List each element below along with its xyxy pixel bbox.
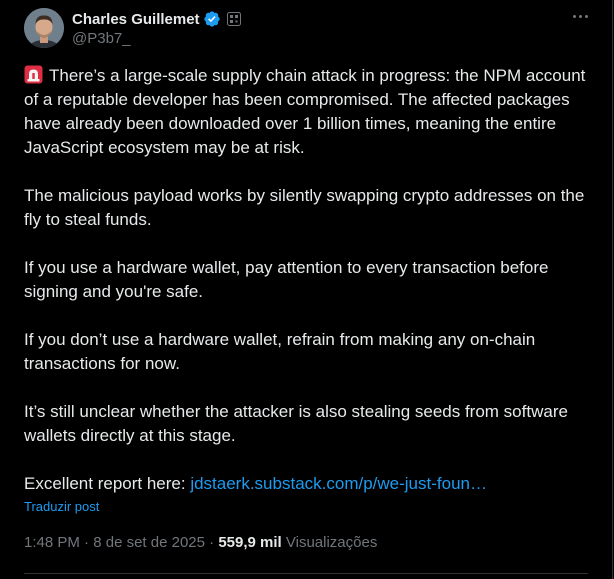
report-link[interactable]: jdstaerk.substack.com/p/we-just-foun… [190,474,487,493]
tweet-paragraph-2: The malicious payload works by silently … [24,186,585,229]
views-label: Visualizações [281,534,378,551]
meta-separator: · [204,534,219,551]
tweet-paragraph-3: If you use a hardware wallet, pay attent… [24,258,549,301]
tweet-meta: 1:48 PM · 8 de set de 2025 · 559,9 mil V… [24,534,377,551]
siren-emoji-icon [24,65,43,84]
report-prefix: Excellent report here: [24,474,191,493]
qr-affiliate-badge-icon[interactable] [226,12,241,26]
author-name-row: Charles Guillemet [72,9,241,29]
avatar-image [24,8,64,48]
avatar[interactable] [24,8,64,48]
divider [24,573,588,574]
tweet-detail: Charles Guillemet @P3b7_ There’s a large… [0,0,613,579]
author-handle[interactable]: @P3b7_ [72,30,131,47]
translate-post-link[interactable]: Traduzir post [24,499,99,514]
tweet-paragraph: There’s a large-scale supply chain attac… [24,64,599,160]
views-count: 559,9 mil [218,534,282,551]
tweet-paragraph-4: If you don’t use a hardware wallet, refr… [24,330,536,373]
tweet-paragraph-6: Excellent report here: jdstaerk.substack… [24,472,599,496]
tweet-paragraph-5: It’s still unclear whether the attacker … [24,402,568,445]
post-date[interactable]: 8 de set de 2025 [93,534,205,551]
more-horizontal-icon[interactable] [570,6,590,26]
post-time[interactable]: 1:48 PM [24,534,80,551]
verified-badge-icon[interactable] [203,10,221,28]
tweet-paragraph-1: There’s a large-scale supply chain attac… [24,66,586,157]
author-display-name[interactable]: Charles Guillemet [72,11,200,28]
meta-separator: · [79,534,94,551]
tweet-text: There’s a large-scale supply chain attac… [24,64,599,496]
